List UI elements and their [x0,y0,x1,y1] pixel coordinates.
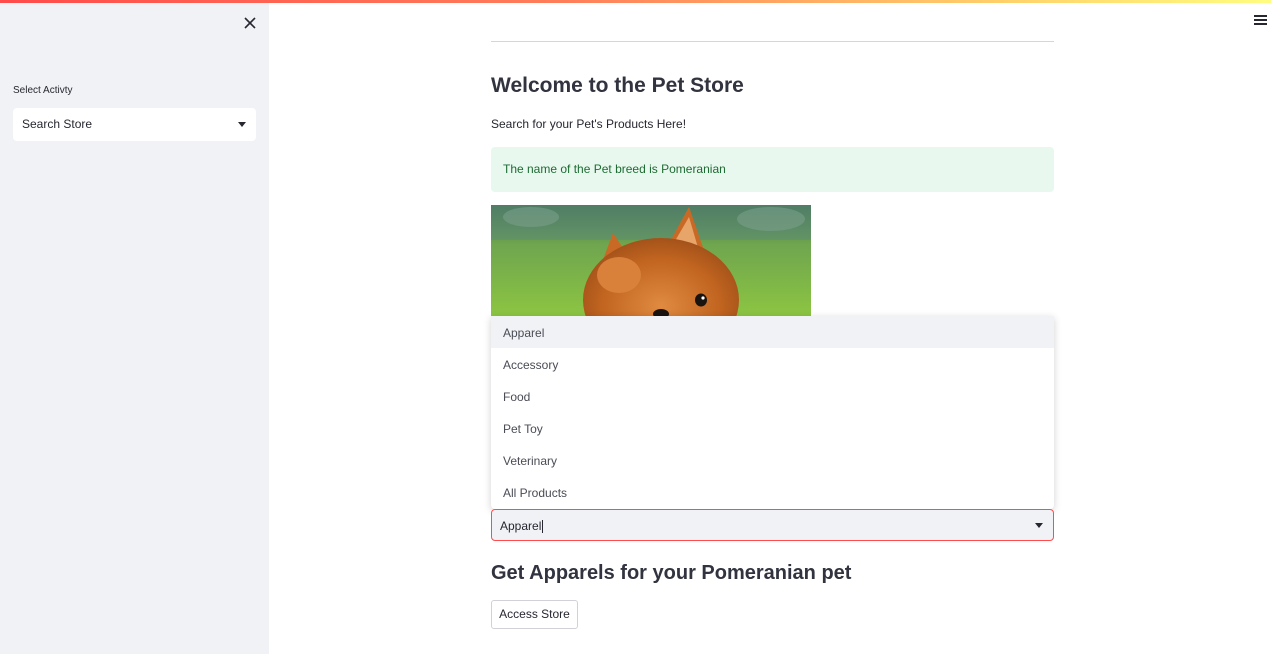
activity-select[interactable]: Search Store [13,108,256,141]
close-icon [244,17,256,29]
sidebar: Select Activty Search Store [0,3,269,654]
section-heading: Get Apparels for your Pomeranian pet [491,562,852,584]
dropdown-option-veterinary[interactable]: Veterinary [491,444,1054,476]
dropdown-option-pet-toy[interactable]: Pet Toy [491,412,1054,444]
activity-select-value: Search Store [22,117,93,131]
dropdown-menu: Apparel Accessory Food Pet Toy Veterinar… [491,316,1054,509]
alert-text: The name of the Pet breed is Pomeranian [503,162,726,176]
hamburger-menu-icon [1254,15,1267,17]
page-title: Welcome to the Pet Store [491,74,744,97]
close-sidebar-button[interactable] [240,13,260,33]
chevron-down-icon [1035,523,1043,528]
success-alert: The name of the Pet breed is Pomeranian [491,147,1054,192]
dropdown-option-apparel[interactable]: Apparel [491,316,1054,348]
product-category-select[interactable]: Apparel [491,509,1054,541]
dropdown-option-food[interactable]: Food [491,380,1054,412]
sidebar-select-label: Select Activty [13,85,73,96]
page-subtitle: Search for your Pet's Products Here! [491,117,687,131]
product-category-value: Apparel [500,519,542,533]
hamburger-menu-button[interactable] [1254,15,1267,27]
divider [491,41,1054,42]
access-store-button[interactable]: Access Store [491,600,578,629]
dropdown-option-accessory[interactable]: Accessory [491,348,1054,380]
text-cursor [542,520,544,534]
pet-photo [491,205,811,316]
chevron-down-icon [238,122,246,127]
dropdown-option-all-products[interactable]: All Products [491,476,1054,508]
